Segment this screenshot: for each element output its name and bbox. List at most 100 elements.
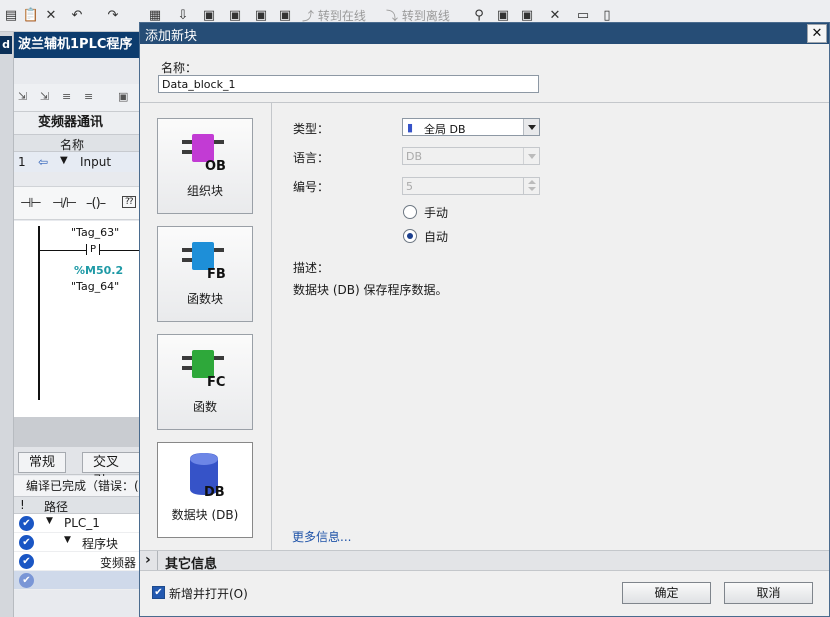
number-label: 编号： (293, 180, 330, 194)
redo-icon[interactable]: ↷ (104, 7, 122, 25)
interface-row-name: Input (80, 155, 112, 169)
add-and-open-label: 新增并打开(O) (169, 587, 248, 601)
positive-edge-contact[interactable]: P (86, 244, 101, 255)
inspector-tabs: 常规 交叉引 (14, 447, 139, 489)
project-title: 波兰辅机1PLC程序 (14, 32, 139, 58)
divider (157, 551, 158, 570)
description-text: 数据块 (DB) 保存程序数据。 (293, 283, 448, 297)
power-rail (38, 226, 40, 400)
undo-icon[interactable]: ↶ (68, 7, 86, 25)
interface-row-number: 1 (18, 155, 26, 169)
interface-row[interactable]: 1 ⇦ ▼ Input (14, 152, 139, 172)
interface-header: 名称 (14, 134, 139, 152)
ladder-instruction-bar: ⊣⊢ ⊣/⊢ –()– ?? (14, 186, 139, 220)
paste-icon[interactable]: 📋 (22, 7, 40, 25)
other-info-section[interactable]: › 其它信息 (140, 550, 829, 572)
function-block-icon: FB (182, 242, 226, 280)
block-editor-toolbar: ⇲ ⇲ ≡ ≡ ▣ (14, 84, 139, 112)
manual-label: 手动 (424, 206, 449, 220)
editor-splitter[interactable] (14, 417, 139, 447)
cancel-button[interactable]: 取消 (724, 582, 813, 604)
block-type-panel: OB 组织块 FB 函数块 FC 函数 DB 数据块 (DB) (140, 103, 272, 550)
tag-bottom-label: "Tag_64" (71, 280, 120, 293)
add-new-block-dialog: 添加新块 ✕ 名称： OB 组织块 FB 函数块 (139, 22, 830, 617)
no-contact-icon[interactable]: ⊣⊢ (20, 196, 42, 211)
ok-button[interactable]: 确定 (622, 582, 711, 604)
svg-text:FB: FB (207, 267, 226, 280)
compile-row-label: 变频器 (100, 556, 137, 570)
auto-radio[interactable] (403, 229, 417, 243)
other-info-label: 其它信息 (165, 557, 218, 572)
organization-block-icon: OB (182, 134, 226, 172)
manual-radio[interactable] (403, 205, 417, 219)
global-db-icon: ▮ (407, 121, 414, 134)
function-block-label: 函数块 (186, 292, 223, 306)
collapse-chevron-icon[interactable]: ▼ (60, 155, 68, 166)
expand-chevron-icon[interactable]: ▼ (64, 535, 71, 545)
more-info-link[interactable]: 更多信息... (292, 528, 351, 545)
number-stepper[interactable]: 5 (402, 177, 540, 195)
stepper-arrows-icon[interactable] (523, 178, 539, 194)
chevron-down-icon[interactable] (523, 119, 539, 135)
block-title: 变频器通讯 (14, 112, 139, 134)
compile-row-label: 程序块 (82, 537, 119, 551)
success-check-icon: ✔ (19, 516, 34, 531)
function-icon: FC (182, 350, 225, 388)
delete-icon[interactable]: ✕ (42, 7, 60, 25)
data-block-button[interactable]: DB 数据块 (DB) (157, 442, 253, 538)
add-and-open-checkbox[interactable]: ✔ (152, 586, 165, 599)
compile-row-label: PLC_1 (64, 516, 100, 530)
compile-row[interactable]: ✔ (14, 571, 139, 590)
empty-box-icon[interactable]: ?? (122, 196, 136, 208)
tab-cross-reference[interactable]: 交叉引 (82, 452, 139, 489)
svg-text:FC: FC (207, 375, 225, 388)
language-label: 语言： (293, 151, 330, 165)
description-label: 描述： (293, 261, 330, 275)
auto-label: 自动 (424, 230, 449, 244)
dialog-titlebar[interactable]: 添加新块 ✕ (140, 23, 829, 44)
success-check-icon: ✔ (19, 535, 34, 550)
compile-row[interactable]: ✔ ▼ PLC_1 (14, 514, 139, 533)
compile-row[interactable]: ✔ 变频器 (14, 552, 139, 571)
dialog-title: 添加新块 (145, 29, 198, 44)
chevron-right-icon[interactable]: › (145, 552, 151, 568)
chevron-down-icon[interactable] (523, 148, 539, 164)
svg-text:OB: OB (205, 159, 226, 172)
expand-icon[interactable]: ≡ (62, 90, 71, 103)
number-stepper-value: 5 (406, 180, 413, 193)
close-icon[interactable]: ✕ (807, 24, 827, 43)
expand-chevron-icon[interactable]: ▼ (46, 516, 53, 526)
contact-address: %M50.2 (74, 264, 124, 277)
monitor-block-icon[interactable]: ▣ (118, 90, 128, 103)
data-block-label: 数据块 (DB) (171, 508, 239, 522)
organization-block-label: 组织块 (186, 184, 223, 198)
type-select-value: 全局 DB (424, 123, 466, 136)
collapse-icon[interactable]: ≡ (84, 90, 93, 103)
type-select[interactable]: ▮ 全局 DB (402, 118, 540, 136)
delete-network-icon[interactable]: ⇲ (40, 90, 49, 103)
tab-general[interactable]: 常规 (18, 452, 67, 473)
coil-icon[interactable]: –()– (86, 196, 106, 211)
function-button[interactable]: FC 函数 (157, 334, 253, 430)
block-name-input[interactable] (158, 75, 539, 93)
project-tree-strip[interactable]: d (0, 32, 14, 617)
function-label: 函数 (192, 400, 217, 414)
compile-row[interactable]: ✔ ▼ 程序块 (14, 533, 139, 552)
language-select[interactable]: DB (402, 147, 540, 165)
svg-text:DB: DB (204, 485, 225, 499)
save-icon[interactable]: ▤ (2, 7, 20, 25)
name-label: 名称： (161, 61, 198, 75)
input-param-icon: ⇦ (38, 155, 49, 169)
nc-contact-icon[interactable]: ⊣/⊢ (52, 196, 77, 211)
success-check-icon: ✔ (19, 573, 34, 588)
compile-col-path: 路径 (44, 500, 69, 514)
data-block-icon: DB (190, 453, 225, 499)
function-block-button[interactable]: FB 函数块 (157, 226, 253, 322)
interface-col-name: 名称 (60, 138, 85, 152)
language-select-value: DB (406, 150, 423, 163)
type-label: 类型： (293, 122, 330, 136)
organization-block-button[interactable]: OB 组织块 (157, 118, 253, 214)
compile-table-header: ! 路径 (14, 496, 139, 514)
insert-network-icon[interactable]: ⇲ (18, 90, 27, 103)
success-check-icon: ✔ (19, 554, 34, 569)
